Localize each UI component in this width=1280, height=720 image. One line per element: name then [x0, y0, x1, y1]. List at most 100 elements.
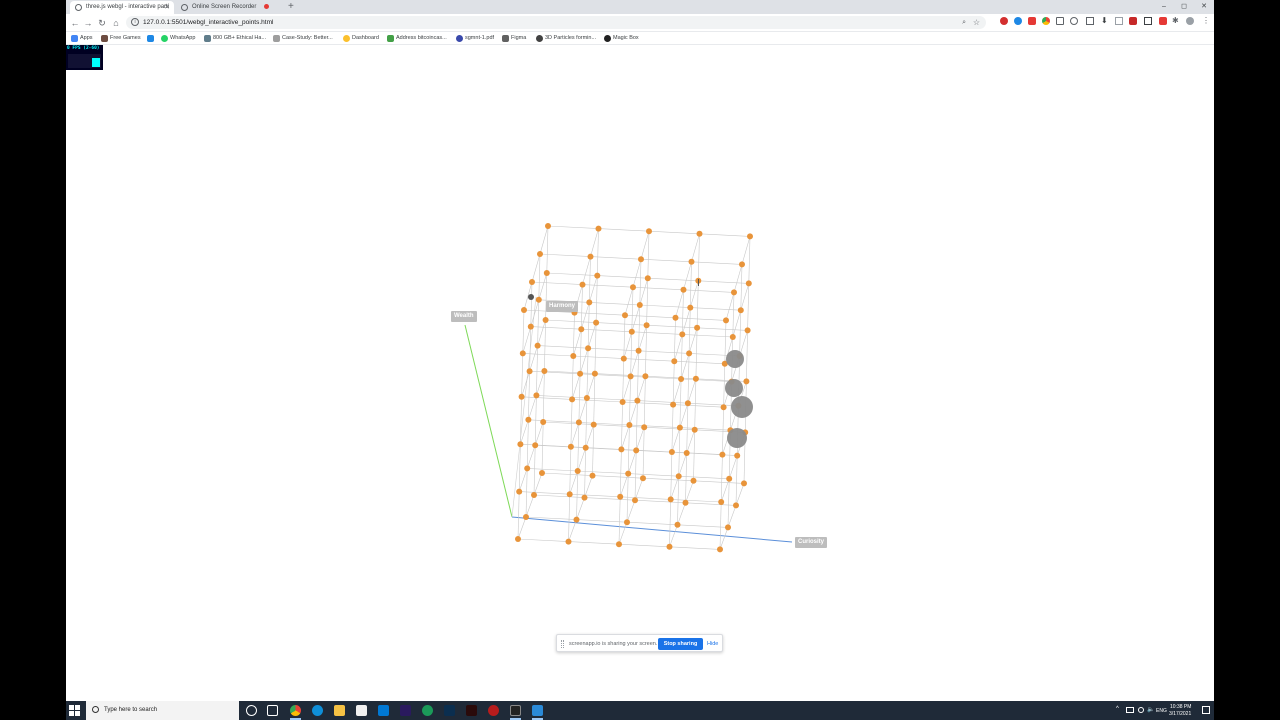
particle-point — [632, 497, 638, 504]
extension-recorder-icon[interactable] — [1028, 17, 1036, 25]
back-button[interactable]: ← — [68, 16, 82, 30]
grid-edge — [573, 312, 575, 357]
extension-color-icon[interactable] — [1042, 17, 1050, 25]
info-icon[interactable]: i — [131, 18, 139, 26]
maximize-button[interactable]: ◻ — [1174, 0, 1194, 13]
file-explorer-icon[interactable] — [334, 705, 345, 716]
particle-point — [625, 470, 632, 477]
language-indicator[interactable]: ENG — [1156, 708, 1167, 714]
stop-sharing-button[interactable]: Stop sharing — [658, 638, 703, 650]
bookmark-case-study[interactable]: Case-Study: Better... — [272, 32, 333, 45]
forward-button[interactable]: → — [81, 16, 95, 30]
extensions-puzzle-icon[interactable]: ✱ — [1172, 17, 1180, 25]
particle-point — [687, 304, 694, 311]
grid-edge — [671, 427, 681, 453]
extension-adblock-icon[interactable] — [1000, 17, 1008, 25]
fps-stats-panel[interactable]: 0 FPS (2-60) — [66, 45, 103, 70]
new-tab-button[interactable]: + — [288, 0, 294, 14]
reload-button[interactable]: ↻ — [95, 16, 109, 30]
extension-page-icon[interactable] — [1056, 17, 1064, 25]
apps-grid-icon — [71, 35, 78, 42]
extension-tp-icon[interactable] — [1159, 17, 1167, 25]
illustrator-icon[interactable] — [466, 705, 477, 716]
drag-handle-icon[interactable] — [561, 640, 564, 648]
bookmark-free-games[interactable]: Free Games — [100, 32, 141, 45]
kebab-menu-icon[interactable]: ⋮ — [1202, 16, 1210, 25]
premiere-icon[interactable] — [400, 705, 411, 716]
extension-red-icon[interactable] — [1129, 17, 1137, 25]
bookmark-dashboard[interactable]: Dashboard — [342, 32, 379, 45]
address-bar[interactable]: i 127.0.0.1:5501/webgl_interactive_point… — [126, 16, 986, 29]
grid-edge — [671, 404, 674, 453]
bookmark-sgmnt-pdf[interactable]: sgmnt-1.pdf — [455, 32, 494, 45]
chrome-icon[interactable] — [290, 705, 301, 716]
windows-start-icon[interactable] — [69, 705, 80, 716]
tab-screen-recorder[interactable]: Online Screen Recorder — [176, 1, 276, 14]
grid-edge — [581, 284, 583, 330]
clock-time[interactable]: 10:38 PM — [1170, 704, 1191, 710]
network-icon[interactable] — [1138, 707, 1144, 713]
notifications-icon[interactable] — [1202, 706, 1210, 714]
particle-point — [690, 477, 697, 484]
mail-icon[interactable] — [378, 705, 389, 716]
bookmark-star-icon[interactable]: ☆ — [973, 16, 980, 29]
particle-point — [630, 284, 636, 291]
bookmark-whatsapp[interactable]: WhatsApp — [160, 32, 195, 45]
vscode-icon[interactable] — [532, 705, 543, 716]
bookmark-label: sgmnt-1.pdf — [465, 35, 495, 41]
grid-edge — [528, 371, 530, 420]
bookmark-apps[interactable]: Apps — [70, 32, 93, 45]
grid-edge — [727, 505, 737, 528]
profile-avatar[interactable] — [1186, 17, 1194, 25]
grid-edge — [740, 283, 750, 311]
minimize-button[interactable]: – — [1154, 0, 1174, 13]
zoom-icon[interactable]: ⌕ — [962, 16, 966, 29]
terminal-icon[interactable] — [510, 705, 521, 716]
hide-button[interactable]: Hide — [707, 635, 718, 653]
clock-date[interactable]: 3/17/2021 — [1169, 711, 1191, 717]
bookmark-bitcoincash[interactable]: Address bitcoincas... — [386, 32, 447, 45]
particle-point — [676, 424, 683, 431]
task-view-icon[interactable] — [267, 705, 278, 716]
extension-camera-icon[interactable] — [1086, 17, 1094, 25]
close-window-button[interactable]: ✕ — [1194, 0, 1214, 13]
taskbar-search-box[interactable]: Type here to search — [86, 701, 239, 720]
tray-expand-icon[interactable]: ^ — [1116, 706, 1119, 712]
particle-point — [744, 327, 751, 334]
app-red-icon[interactable] — [488, 705, 499, 716]
bookmark-icon — [456, 35, 463, 42]
grid-edge — [631, 331, 683, 335]
extension-clock-icon[interactable] — [1070, 17, 1078, 25]
edge-icon[interactable] — [312, 705, 323, 716]
bookmark-magic-box[interactable]: Magic Box — [603, 32, 639, 45]
grid-edge — [639, 259, 642, 306]
app-icon[interactable] — [422, 705, 433, 716]
enlarged-point — [731, 396, 753, 418]
bookmark-ethical-hacking[interactable]: 800 GB+ Ethical Ha... — [203, 32, 266, 45]
extension-crop-icon[interactable] — [1144, 17, 1152, 25]
extension-doc-icon[interactable] — [1115, 17, 1123, 25]
grid-edge — [590, 256, 642, 260]
download-icon[interactable]: ⬇ — [1101, 17, 1109, 25]
close-tab-icon[interactable]: ✕ — [164, 1, 170, 14]
battery-icon[interactable] — [1126, 707, 1134, 713]
home-button[interactable]: ⌂ — [109, 16, 123, 30]
store-icon[interactable] — [356, 705, 367, 716]
bookmark-unnamed[interactable] — [146, 32, 156, 45]
volume-icon[interactable]: 🔈 — [1147, 706, 1154, 713]
bookmark-figma[interactable]: Figma — [501, 32, 526, 45]
tab-threejs[interactable]: three.js webgl - interactive parti ✕ — [70, 1, 174, 14]
photoshop-icon[interactable] — [444, 705, 455, 716]
bookmark-3d-particles[interactable]: 3D Particles formin... — [535, 32, 596, 45]
cortana-icon[interactable] — [246, 705, 257, 716]
particle-grid-scene[interactable] — [66, 45, 1214, 701]
grid-edge — [582, 284, 634, 288]
grid-edge — [573, 329, 582, 357]
extension-icon[interactable] — [1014, 17, 1022, 25]
webgl-canvas[interactable]: 0 FPS (2-60) Wealth Harmony Curiosity — [66, 45, 1214, 701]
grid-edge — [517, 516, 527, 540]
particle-point — [617, 493, 624, 500]
grid-edge — [748, 236, 751, 284]
grid-edge — [576, 470, 578, 520]
grid-edge — [634, 450, 637, 501]
